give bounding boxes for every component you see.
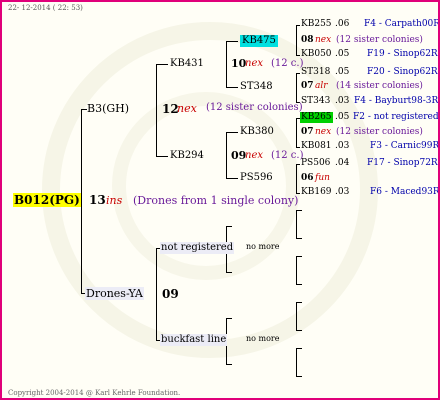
ps596-generation-number: 06 [301,173,314,183]
connector [296,302,302,303]
pedigree-frame: 22- 12-2014 ( 22: 53) Copyright 2004-201… [0,0,440,400]
sire-note: (12 sister colonies) [206,102,303,113]
ps506-value: .04 [335,158,350,168]
connector [296,302,297,330]
st348-note: (14 sister colonies) [336,81,423,91]
kb050-value: .05 [335,49,350,59]
connector [296,210,297,238]
kb380-tag: nex [315,127,332,137]
dam-lower-line[interactable]: buckfast line [160,334,228,346]
connector [296,348,297,376]
sire-tag: nex [177,102,197,115]
connector [296,73,297,102]
colony-kb169[interactable]: KB169 [301,188,332,197]
colony-kb265[interactable]: KB265 [300,112,333,123]
connector [156,248,157,340]
connector [156,156,168,157]
kb431-note: (12 c.) [271,58,304,69]
kb265-origin: F2 - not registered [353,112,439,122]
colony-st318[interactable]: ST318 [301,68,330,77]
ps596-tag: fun [315,173,330,183]
colony-ps506[interactable]: PS506 [301,159,330,168]
connector [81,109,82,293]
kb431-tag: nex [245,58,263,69]
colony-kb294[interactable]: KB294 [170,151,204,161]
colony-kb431[interactable]: KB431 [170,59,204,69]
connector [296,284,302,285]
sire-colony-id[interactable]: B3(GH) [87,103,129,114]
st318-origin: F20 - Sinop62R [367,67,438,77]
colony-kb255[interactable]: KB255 [301,20,332,29]
connector [296,376,302,377]
connector [226,41,227,87]
connector [296,330,302,331]
connector [156,64,157,156]
colony-kb081[interactable]: KB081 [301,142,332,151]
connector [296,73,300,74]
dam-upper-line[interactable]: not registered [160,242,235,254]
colony-st343[interactable]: ST343 [301,97,330,106]
dam-colony-id[interactable]: Drones-YA [85,287,144,300]
kb169-origin: F6 - Maced93R [370,187,440,197]
connector [296,210,302,211]
colony-st348[interactable]: ST348 [240,82,273,92]
connector [296,164,297,193]
connector [156,64,168,65]
kb081-value: .03 [335,141,350,151]
kb380-note: (12 sister colonies) [336,127,423,137]
ps506-origin: F17 - Sinop72R [367,158,438,168]
kb255-value: .06 [335,19,350,29]
colony-kb380[interactable]: KB380 [240,127,274,137]
kb050-origin: F19 - Sinop62R [367,49,438,59]
connector [296,25,297,55]
kb255-origin: F4 - Carpath00R [364,19,440,29]
kb294-note: (12 c.) [271,150,304,161]
root-tag: ins [106,194,123,207]
root-generation-number: 13 [89,193,106,207]
st343-value: .03 [335,96,350,106]
connector [296,348,302,349]
connector [226,178,238,179]
st343-origin: F4 - Bayburt98-3R [354,96,439,106]
connector [226,226,232,227]
connector [296,164,300,165]
connector [226,318,232,319]
colony-kb050[interactable]: KB050 [301,50,332,59]
root-colony-id[interactable]: B012(PG) [13,193,81,207]
copyright-footer: Copyright 2004-2014 @ Karl Kehrle Founda… [8,389,181,397]
kb380-generation-number: 07 [301,127,314,137]
connector [226,41,238,42]
kb475-note: (12 sister colonies) [336,35,423,45]
connector [226,272,232,273]
connector [226,132,238,133]
kb475-tag: nex [315,35,332,45]
connector [296,55,300,56]
kb169-value: .03 [335,187,350,197]
kb081-origin: F3 - Carnic99R [370,141,440,151]
st348-generation-number: 07 [301,81,314,91]
connector [226,364,232,365]
connector [226,132,227,178]
print-date: 22- 12-2014 ( 22: 53) [8,4,83,12]
colony-ps596[interactable]: PS596 [240,173,273,183]
connector [296,256,302,257]
connector [296,25,300,26]
connector [296,238,302,239]
st318-value: .05 [335,67,350,77]
dam-generation-number: 09 [162,287,179,301]
dam-upper-no-more: no more [246,242,280,251]
kb265-value: .05 [335,112,350,122]
connector [226,87,238,88]
st348-tag: alr [315,81,328,91]
connector [296,118,297,147]
connector [296,256,297,284]
root-note: (Drones from 1 single colony) [133,194,299,207]
dam-lower-no-more: no more [246,334,280,343]
kb475-generation-number: 08 [301,35,314,45]
colony-kb475[interactable]: KB475 [240,35,278,47]
connector [296,147,300,148]
kb294-tag: nex [245,150,263,161]
